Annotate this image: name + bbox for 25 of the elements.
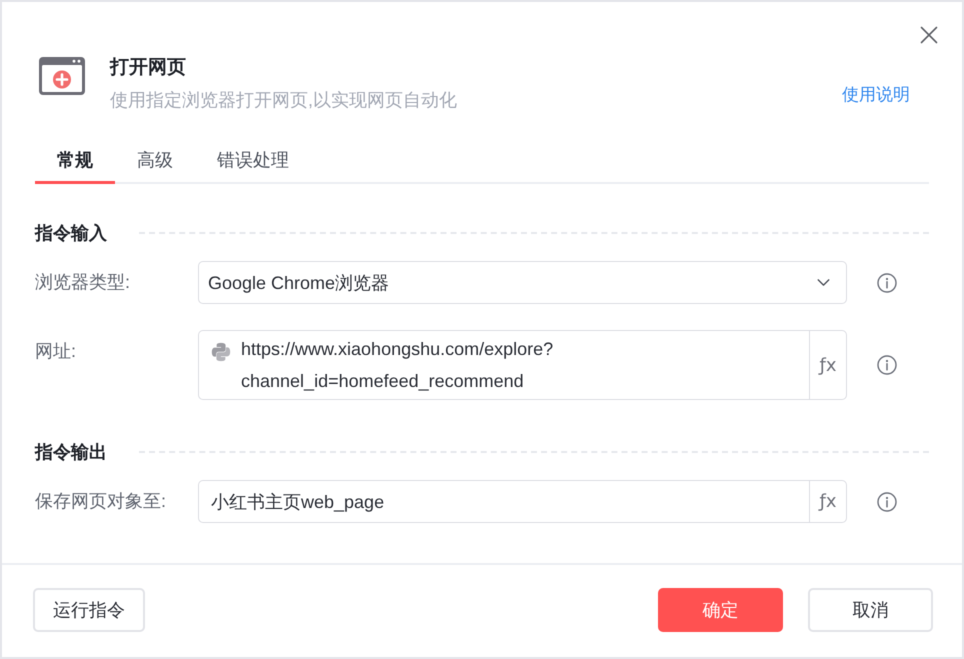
section-title: 指令输入 [35, 222, 107, 245]
cancel-button[interactable]: 取消 [808, 588, 933, 632]
info-icon[interactable] [877, 272, 897, 292]
field-label: 保存网页对象至: [35, 490, 168, 513]
function-button[interactable]: ƒx [809, 330, 847, 400]
run-command-button[interactable]: 运行指令 [33, 588, 145, 632]
dropdown-field[interactable]: Google Chrome浏览器 [198, 261, 847, 304]
tab[interactable]: 常规 [35, 135, 115, 184]
chevron-down-icon [817, 279, 830, 286]
tab[interactable]: 错误处理 [195, 135, 311, 184]
input-field[interactable]: https://www.xiaohongshu.com/explore?channel_id=homefeed_recommend [198, 330, 809, 400]
python-icon [211, 342, 231, 362]
info-icon[interactable] [877, 492, 897, 512]
browser-window-icon [39, 57, 85, 95]
section-title: 指令输出 [35, 441, 107, 464]
help-link[interactable]: 使用说明 [842, 85, 910, 105]
input-field[interactable]: 小红书主页web_page [198, 480, 809, 523]
dialog-title: 打开网页 [110, 56, 187, 80]
close-icon[interactable] [920, 26, 938, 44]
dialog-subtitle: 使用指定浏览器打开网页,以实现网页自动化 [110, 89, 458, 112]
tab[interactable]: 高级 [115, 135, 195, 184]
function-button[interactable]: ƒx [809, 480, 847, 523]
field-label: 网址: [35, 340, 78, 363]
field-label: 浏览器类型: [35, 271, 132, 294]
info-icon[interactable] [877, 355, 897, 375]
